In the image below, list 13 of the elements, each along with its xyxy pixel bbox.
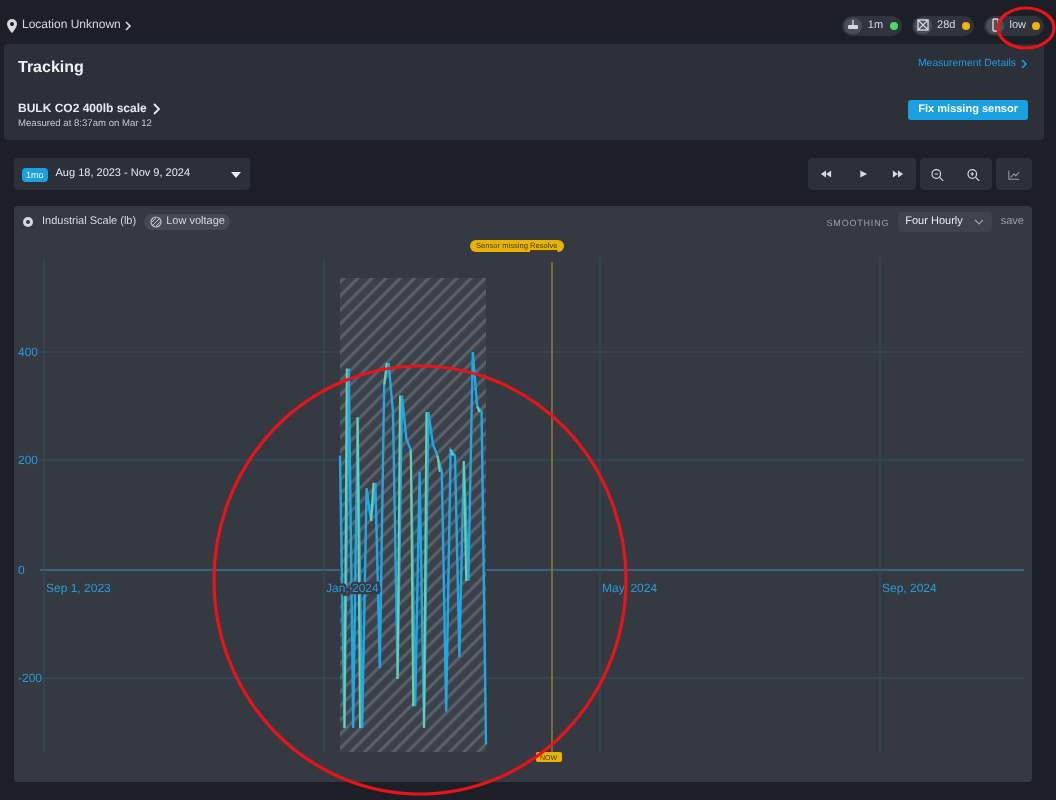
section-title: Tracking <box>18 58 86 76</box>
chevron-down-icon <box>974 218 985 226</box>
chevron-right-icon <box>152 102 161 116</box>
router-icon <box>845 18 860 32</box>
caret-down-icon[interactable] <box>230 169 242 179</box>
calendar-icon <box>915 18 930 32</box>
phone-battery-icon <box>987 18 1002 32</box>
legend-toggle-icon[interactable] <box>22 216 34 228</box>
chevron-right-icon <box>1020 58 1028 70</box>
hatched-circle-icon <box>150 216 163 228</box>
annotation-circle <box>996 6 1056 50</box>
location-pin-icon <box>6 17 18 33</box>
chevron-right-icon <box>124 19 133 31</box>
